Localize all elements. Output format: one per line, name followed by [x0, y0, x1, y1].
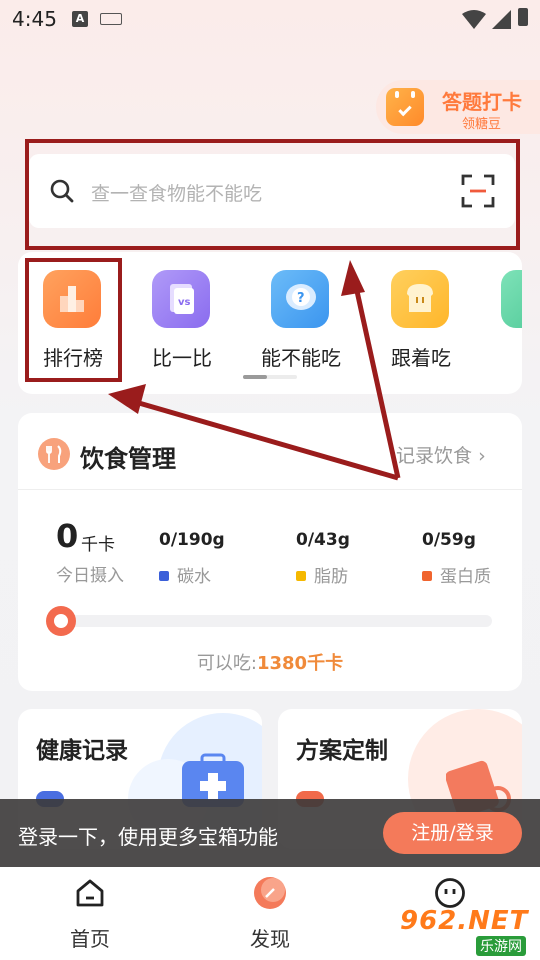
watermark-site: 乐游网: [476, 936, 526, 956]
diet-title: 饮食管理: [80, 445, 176, 473]
battery-icon: [518, 8, 528, 26]
status-bar: 4:45 A: [0, 0, 540, 40]
macro-label: 蛋白质: [440, 567, 491, 587]
site-watermark: 962.NET 乐游网: [400, 906, 534, 956]
macro-value: 0/59g: [422, 530, 476, 550]
divider: [18, 489, 522, 490]
quick-action-partial[interactable]: 怎: [476, 270, 522, 370]
home-icon: [76, 879, 104, 907]
quick-action-compare[interactable]: vs 比一比: [127, 270, 237, 370]
quick-action-can-eat[interactable]: ? 能不能吃: [246, 270, 356, 370]
macro-carbs: 0/190g 碳水: [159, 530, 225, 587]
svg-text:?: ?: [297, 291, 305, 306]
login-banner-text: 登录一下，使用更多宝箱功能: [18, 825, 278, 849]
search-annotation-box: [25, 139, 520, 250]
calendar-icon: [386, 88, 424, 126]
discover-icon: [254, 877, 286, 909]
nav-label: 发现: [250, 927, 290, 951]
carbs-dot: [159, 571, 169, 581]
tile-title: 方案定制: [296, 738, 388, 764]
macro-fat: 0/43g 脂肪: [296, 530, 350, 587]
intake-progress-track: [50, 615, 492, 627]
checkin-subtitle: 领糖豆: [462, 117, 502, 132]
cellular-icon: [492, 10, 511, 29]
macro-label: 碳水: [177, 567, 211, 587]
intake-progress-knob: [46, 606, 76, 636]
quick-action-label: 跟着吃: [391, 346, 451, 370]
svg-text:vs: vs: [178, 297, 191, 308]
record-diet-label: 记录饮食: [396, 445, 473, 467]
question-icon: ?: [271, 270, 329, 328]
remaining-label: 可以吃:: [196, 653, 257, 674]
partial-icon: [501, 270, 522, 328]
record-diet-link[interactable]: 记录饮食 ›: [396, 441, 486, 468]
register-login-button[interactable]: 注册/登录: [383, 812, 522, 854]
remaining-kcal: 可以吃:1380千卡: [18, 649, 522, 675]
profile-icon: [435, 878, 465, 908]
nav-label: 首页: [70, 927, 110, 951]
nav-home[interactable]: 首页: [30, 867, 150, 960]
wifi-icon: [462, 10, 486, 29]
bread-icon: [391, 270, 449, 328]
macro-value: 0/43g: [296, 530, 350, 550]
quick-action-follow-eat[interactable]: 跟着吃: [366, 270, 476, 370]
tile-title: 健康记录: [36, 738, 128, 764]
diet-management-card: 饮食管理 记录饮食 › 0 千卡 今日摄入 0/190g 碳水 0/43g 脂肪…: [18, 413, 522, 691]
fat-dot: [296, 571, 306, 581]
chevron-right-icon: ›: [478, 445, 486, 467]
quick-action-label: 比一比: [152, 346, 212, 370]
protein-dot: [422, 571, 432, 581]
scroll-indicator: [243, 375, 297, 379]
ranking-annotation-box: [25, 258, 122, 382]
kcal-value: 0: [56, 517, 79, 555]
macro-label: 脂肪: [314, 567, 348, 587]
login-banner: 登录一下，使用更多宝箱功能 注册/登录: [0, 799, 540, 867]
quick-action-label: 怎: [476, 342, 522, 371]
cutlery-icon: [38, 438, 70, 470]
quiz-checkin-button[interactable]: 答题打卡 领糖豆: [376, 80, 540, 134]
kcal-unit: 千卡: [81, 535, 115, 555]
nav-discover[interactable]: 发现: [210, 867, 330, 960]
watermark-logo: 962.NET: [400, 906, 529, 936]
input-method-icon: A: [72, 11, 88, 27]
versus-icon: vs: [152, 270, 210, 328]
remaining-value: 1380千卡: [256, 653, 344, 674]
macro-value: 0/190g: [159, 530, 225, 550]
checkin-title: 答题打卡: [442, 90, 522, 114]
quick-action-label: 能不能吃: [261, 346, 341, 370]
macro-protein: 0/59g 蛋白质: [422, 530, 491, 587]
kcal-label: 今日摄入: [56, 566, 124, 586]
keyboard-icon: [100, 13, 122, 25]
status-time: 4:45: [12, 7, 57, 31]
